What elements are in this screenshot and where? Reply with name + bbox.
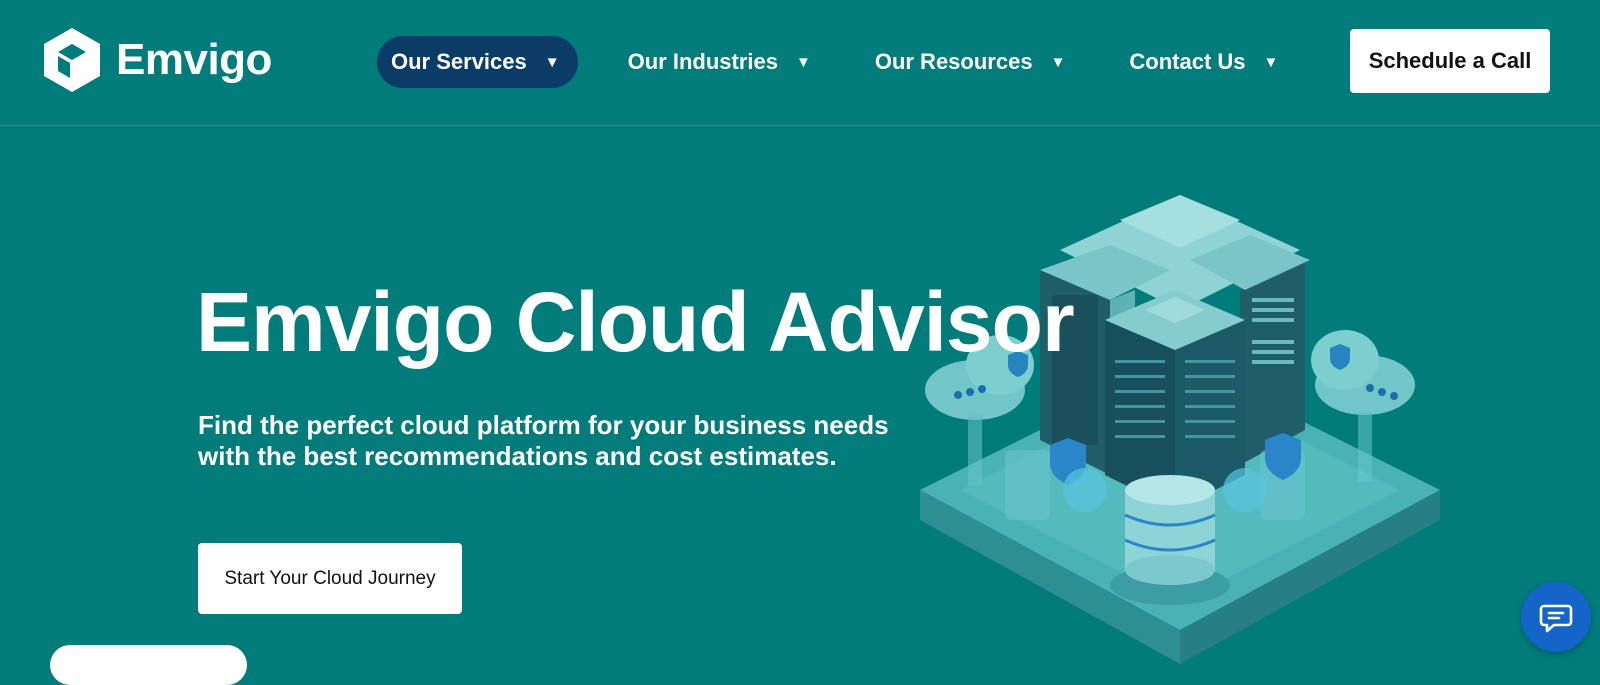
nav-contact-us[interactable]: Contact Us ▼ bbox=[1129, 36, 1278, 88]
schedule-call-button[interactable]: Schedule a Call bbox=[1350, 29, 1550, 93]
nav-our-resources[interactable]: Our Resources ▼ bbox=[875, 36, 1066, 88]
hero-subtitle: Find the perfect cloud platform for your… bbox=[198, 410, 889, 471]
chat-bubble-icon bbox=[1539, 604, 1573, 633]
caret-down-icon: ▼ bbox=[544, 53, 560, 71]
chat-button[interactable] bbox=[1521, 582, 1591, 652]
caret-down-icon: ▼ bbox=[1050, 53, 1066, 71]
nav-label: Our Services bbox=[391, 49, 527, 74]
partial-button[interactable] bbox=[50, 645, 247, 685]
caret-down-icon: ▼ bbox=[1263, 53, 1279, 71]
site-header: Emvigo Our Services ▼ Our Industries ▼ O… bbox=[0, 0, 1600, 126]
nav-label: Our Resources bbox=[874, 49, 1033, 74]
nav-our-services[interactable]: Our Services ▼ bbox=[377, 36, 578, 88]
logo-text: Emvigo bbox=[116, 35, 272, 84]
nav-our-industries[interactable]: Our Industries ▼ bbox=[628, 36, 811, 88]
main-nav: Our Services ▼ Our Industries ▼ Our Reso… bbox=[377, 36, 1278, 88]
logo[interactable]: Emvigo bbox=[40, 26, 272, 94]
nav-label: Contact Us bbox=[1129, 49, 1246, 74]
server-cloud-illustration bbox=[920, 195, 1440, 664]
caret-down-icon: ▼ bbox=[795, 53, 811, 71]
nav-label: Our Industries bbox=[627, 49, 778, 74]
hero-title: Emvigo Cloud Advisor bbox=[196, 275, 1075, 369]
start-cloud-journey-button[interactable]: Start Your Cloud Journey bbox=[198, 543, 462, 614]
cube-logo-icon bbox=[44, 28, 100, 92]
